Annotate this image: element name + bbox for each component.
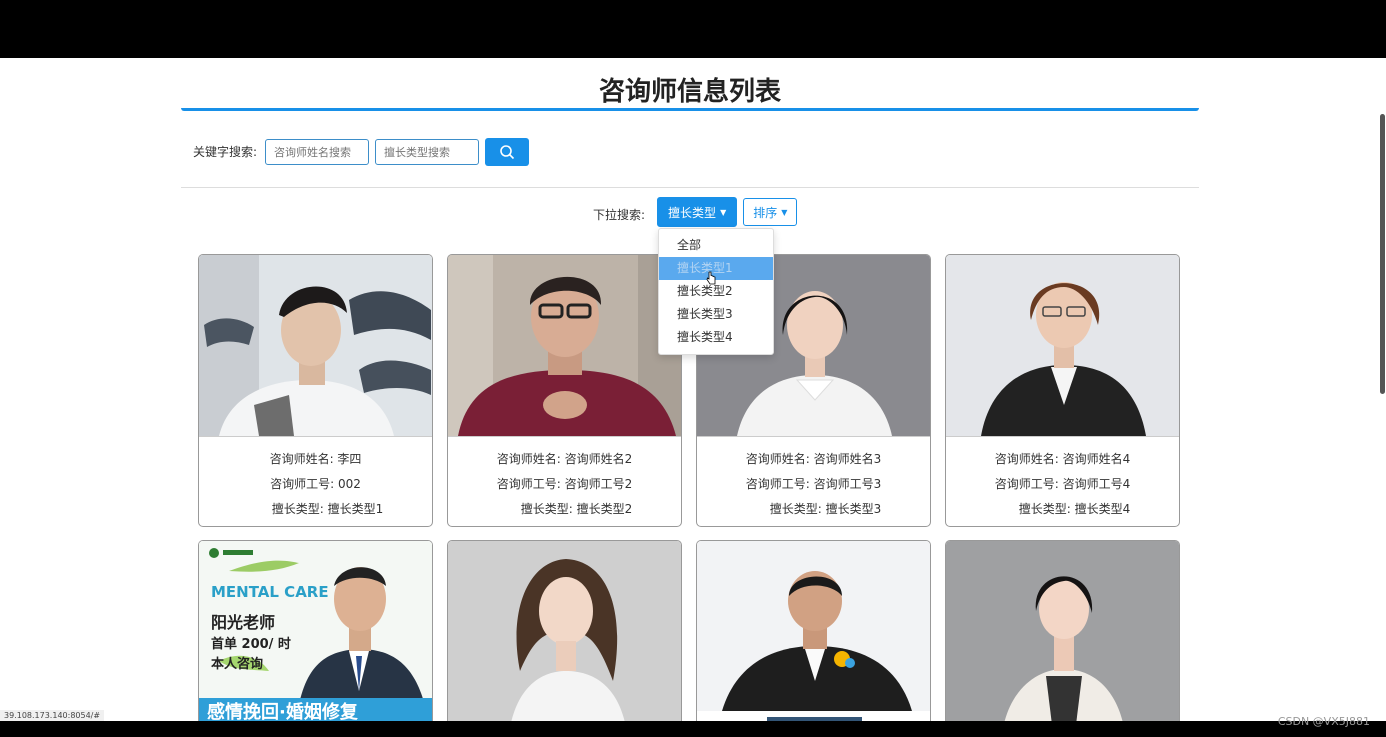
poster-banner: 感情挽回·婚姻修复 xyxy=(207,702,358,721)
sort-dropdown-button[interactable]: 排序 ▼ xyxy=(743,198,798,226)
counselor-card[interactable] xyxy=(945,540,1180,721)
caret-down-icon: ▼ xyxy=(720,207,727,217)
counselor-card[interactable]: 咨询师姓名: 李四 咨询师工号: 002 擅长类型: 擅长类型1 xyxy=(198,254,433,527)
dropdown-item-type2[interactable]: 擅长类型2 xyxy=(659,280,773,303)
counselor-card[interactable]: MENTAL CARE 阳光老师 首单 200/ 时 本人咨询 感情挽回·婚姻修… xyxy=(198,540,433,721)
poster-teacher: 阳光老师 xyxy=(211,613,276,632)
dropdown-item-all[interactable]: 全部 xyxy=(659,234,773,257)
title-underline xyxy=(181,108,1199,111)
counselor-card[interactable]: 咨询师姓名: 咨询师姓名4 咨询师工号: 咨询师工号4 擅长类型: 擅长类型4 xyxy=(945,254,1180,527)
counselor-card[interactable]: 咨询师姓名: 咨询师姓名2 咨询师工号: 咨询师工号2 擅长类型: 擅长类型2 xyxy=(447,254,682,527)
dropdown-filter-row: 下拉搜索: 擅长类型 ▼ 排序 ▼ xyxy=(593,197,798,227)
counselor-name: 咨询师姓名: 李四 xyxy=(269,452,362,466)
counselor-id: 咨询师工号: 咨询师工号3 xyxy=(745,477,882,491)
name-search-input[interactable] xyxy=(265,139,370,165)
counselor-id: 咨询师工号: 咨询师工号2 xyxy=(496,477,633,491)
watermark: CSDN @VX5J881 xyxy=(1277,715,1370,728)
type-dropdown-label: 擅长类型 xyxy=(668,205,717,220)
page-viewport: 咨询师信息列表 关键字搜索: 下拉搜索: 擅长类型 ▼ 排序 ▼ 全部 擅长类型… xyxy=(0,58,1386,721)
hand-cursor-icon xyxy=(706,271,716,285)
page-title: 咨询师信息列表 xyxy=(598,77,781,107)
counselor-name: 咨询师姓名: 咨询师姓名2 xyxy=(496,452,633,466)
counselor-id: 咨询师工号: 咨询师工号4 xyxy=(994,477,1131,491)
search-icon xyxy=(500,145,515,160)
counselor-card[interactable] xyxy=(447,540,682,721)
type-search-input[interactable] xyxy=(375,139,480,165)
poster-self: 本人咨询 xyxy=(211,657,264,672)
scrollbar[interactable] xyxy=(1378,58,1386,721)
counselor-name: 咨询师姓名: 咨询师姓名4 xyxy=(994,452,1131,466)
keyword-search-row: 关键字搜索: xyxy=(193,138,530,166)
counselor-info: 咨询师姓名: 咨询师姓名2 咨询师工号: 咨询师工号2 擅长类型: 擅长类型2 xyxy=(448,437,681,522)
counselor-type: 擅长类型: 擅长类型3 xyxy=(769,502,882,516)
sort-dropdown-label: 排序 xyxy=(753,205,778,220)
scrollbar-thumb[interactable] xyxy=(1380,114,1385,394)
dropdown-item-type3[interactable]: 擅长类型3 xyxy=(659,303,773,326)
counselor-info: 咨询师姓名: 咨询师姓名4 咨询师工号: 咨询师工号4 擅长类型: 擅长类型4 xyxy=(946,437,1179,522)
counselor-photo xyxy=(199,255,432,437)
counselor-poster: MENTAL CARE 阳光老师 首单 200/ 时 本人咨询 感情挽回·婚姻修… xyxy=(199,541,432,721)
counselor-type: 擅长类型: 擅长类型1 xyxy=(271,502,384,516)
poster-brand: MENTAL CARE xyxy=(211,583,329,601)
section-divider xyxy=(181,187,1199,188)
counselor-info: 咨询师姓名: 咨询师姓名3 咨询师工号: 咨询师工号3 擅长类型: 擅长类型3 xyxy=(697,437,930,522)
counselor-photo xyxy=(448,255,681,437)
counselor-photo xyxy=(946,255,1179,437)
counselor-card[interactable] xyxy=(696,540,931,721)
counselor-photo xyxy=(946,541,1179,721)
counselor-id: 咨询师工号: 002 xyxy=(270,477,361,491)
dropdown-item-type4[interactable]: 擅长类型4 xyxy=(659,326,773,349)
browser-bottom-bar xyxy=(0,721,1386,737)
status-url: 39.108.173.140:8054/# xyxy=(0,710,105,721)
browser-top-bar xyxy=(0,0,1386,58)
counselor-photo xyxy=(697,541,930,721)
counselor-type: 擅长类型: 擅长类型2 xyxy=(520,502,633,516)
type-dropdown-button[interactable]: 擅长类型 ▼ xyxy=(657,197,738,227)
caret-down-icon: ▼ xyxy=(781,207,788,217)
search-button[interactable] xyxy=(485,138,530,166)
keyword-search-label: 关键字搜索: xyxy=(193,145,258,159)
counselor-type: 擅长类型: 擅长类型4 xyxy=(1018,502,1131,516)
dropdown-item-type1[interactable]: 擅长类型1 xyxy=(659,257,773,280)
poster-price: 首单 200/ 时 xyxy=(211,637,291,652)
counselor-name: 咨询师姓名: 咨询师姓名3 xyxy=(745,452,882,466)
counselor-info: 咨询师姓名: 李四 咨询师工号: 002 擅长类型: 擅长类型1 xyxy=(199,437,432,522)
dropdown-filter-label: 下拉搜索: xyxy=(593,208,646,222)
counselor-photo xyxy=(448,541,681,721)
type-dropdown-menu: 全部 擅长类型1 擅长类型2 擅长类型3 擅长类型4 xyxy=(658,228,774,355)
